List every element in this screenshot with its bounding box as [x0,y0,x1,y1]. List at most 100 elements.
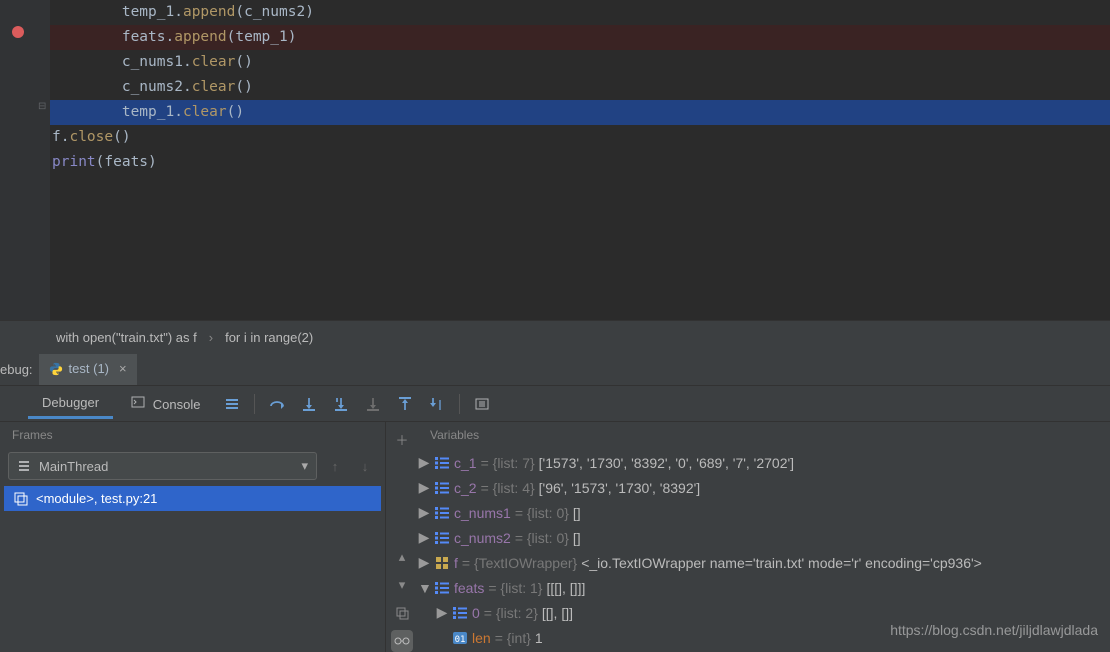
var-type-icon [434,505,450,521]
variable-value: ['96', '1573', '1730', '8392'] [539,480,701,496]
variable-row[interactable]: ▶ c_1 = {list: 7} ['1573', '1730', '8392'… [418,450,1110,475]
variable-name: 0 [472,605,480,621]
run-config-name: test (1) [69,361,109,376]
variable-value: 1 [535,630,543,646]
variable-name: c_nums2 [454,530,511,546]
variable-row[interactable]: ▶ c_nums1 = {list: 0} [] [418,500,1110,525]
code-line[interactable]: feats.append(temp_1) [0,25,1110,50]
var-type-icon [434,530,450,546]
thread-name: MainThread [39,459,108,474]
variable-type: = {TextIOWrapper} [462,555,577,571]
editor-gutter[interactable]: ⊟ [0,0,50,320]
tab-debugger[interactable]: Debugger [28,389,113,419]
stack-icon [17,459,31,473]
step-into-icon[interactable] [295,390,323,418]
python-icon [49,362,63,376]
code-line[interactable]: temp_1.append(c_nums2) [0,0,1110,25]
code-editor[interactable]: ⊟ temp_1.append(c_nums2) feats.append(te… [0,0,1110,320]
run-to-cursor-icon[interactable] [423,390,451,418]
breadcrumb-item[interactable]: with open("train.txt") as f [56,330,197,345]
threads-icon[interactable] [218,390,246,418]
add-watch-icon[interactable]: ＋ [391,428,413,450]
var-type-icon [434,480,450,496]
tree-toggle-icon[interactable]: ▼ [418,580,430,596]
variable-type: = {list: 0} [515,530,569,546]
step-into-my-code-icon[interactable] [327,390,355,418]
breadcrumb[interactable]: with open("train.txt") as f › for i in r… [0,320,1110,354]
variables-title: Variables [418,422,1110,448]
run-config-tab[interactable]: test (1) × [39,354,137,385]
variable-value: [[[], []]] [546,580,585,596]
chevron-down-icon: ▾ [301,458,308,474]
variable-row[interactable]: ▼ feats = {list: 1} [[[], []]] [418,575,1110,600]
tree-toggle-icon[interactable]: ▶ [418,529,430,546]
variable-type: = {int} [495,630,531,646]
step-over-icon[interactable] [263,390,291,418]
tree-toggle-icon[interactable]: ▶ [418,554,430,571]
scroll-up-icon[interactable]: ▴ [391,546,413,568]
fold-marker-icon[interactable]: ⊟ [38,101,48,113]
tree-toggle-icon[interactable]: ▶ [418,504,430,521]
evaluate-expression-icon[interactable] [468,390,496,418]
svg-text:01: 01 [455,635,466,645]
tree-toggle-icon[interactable]: ▶ [418,479,430,496]
variable-type: = {list: 1} [488,580,542,596]
variable-name: feats [454,580,484,596]
tree-toggle-icon[interactable]: ▶ [436,604,448,621]
code-line[interactable]: f.close() [0,125,1110,150]
console-label: Console [153,397,201,412]
frame-prev-icon[interactable]: ↑ [323,454,347,478]
tree-toggle-icon[interactable] [436,630,448,646]
close-icon[interactable]: × [119,361,127,376]
frame-label: <module>, test.py:21 [36,491,157,506]
variable-value: [] [573,530,581,546]
code-line[interactable]: temp_1.clear() [0,100,1110,125]
stack-frame[interactable]: <module>, test.py:21 [4,486,381,511]
frame-icon [14,492,28,506]
scroll-down-icon[interactable]: ▾ [391,574,413,596]
breakpoint-dot[interactable] [12,26,24,38]
var-type-icon: 01 [452,630,468,646]
variable-row[interactable]: ▶ c_nums2 = {list: 0} [] [418,525,1110,550]
code-line[interactable]: print(feats) [0,150,1110,175]
thread-selector[interactable]: MainThread ▾ [8,452,317,480]
breadcrumb-item[interactable]: for i in range(2) [225,330,313,345]
breadcrumb-separator-icon: › [209,330,213,345]
variable-type: = {list: 7} [481,455,535,471]
tab-console[interactable]: Console [117,389,214,418]
toolbar-divider [254,394,255,414]
variable-value: [] [573,505,581,521]
variable-value: <_io.TextIOWrapper name='train.txt' mode… [581,555,982,571]
variable-value: [[], []] [542,605,573,621]
console-icon [131,395,145,409]
variable-type: = {list: 4} [481,480,535,496]
variable-name: c_1 [454,455,477,471]
glasses-icon[interactable] [391,630,413,652]
variable-value: ['1573', '1730', '8392', '0', '689', '7'… [539,455,794,471]
frames-panel: Frames MainThread ▾ ↑ ↓ <module>, test.p… [0,422,386,652]
toolbar-divider [459,394,460,414]
debug-tabstrip: ebug: test (1) × [0,354,1110,386]
debug-label: ebug: [0,354,39,385]
frame-next-icon[interactable]: ↓ [353,454,377,478]
copy-icon[interactable] [391,602,413,624]
variable-name: c_2 [454,480,477,496]
watermark: https://blog.csdn.net/jiljdlawjdlada [890,622,1098,638]
code-line[interactable]: c_nums1.clear() [0,50,1110,75]
variable-type: = {list: 2} [484,605,538,621]
step-out-icon[interactable] [391,390,419,418]
var-type-icon [434,555,450,571]
variable-row[interactable]: ▶ c_2 = {list: 4} ['96', '1573', '1730', … [418,475,1110,500]
variable-name: len [472,630,491,646]
variable-type: = {list: 0} [515,505,569,521]
variable-name: c_nums1 [454,505,511,521]
frames-title: Frames [0,422,385,448]
code-line[interactable]: c_nums2.clear() [0,75,1110,100]
variable-name: f [454,555,458,571]
variable-row[interactable]: ▶ f = {TextIOWrapper} <_io.TextIOWrapper … [418,550,1110,575]
force-step-into-icon[interactable] [359,390,387,418]
tree-toggle-icon[interactable]: ▶ [418,454,430,471]
var-type-icon [434,455,450,471]
var-type-icon [434,580,450,596]
var-type-icon [452,605,468,621]
